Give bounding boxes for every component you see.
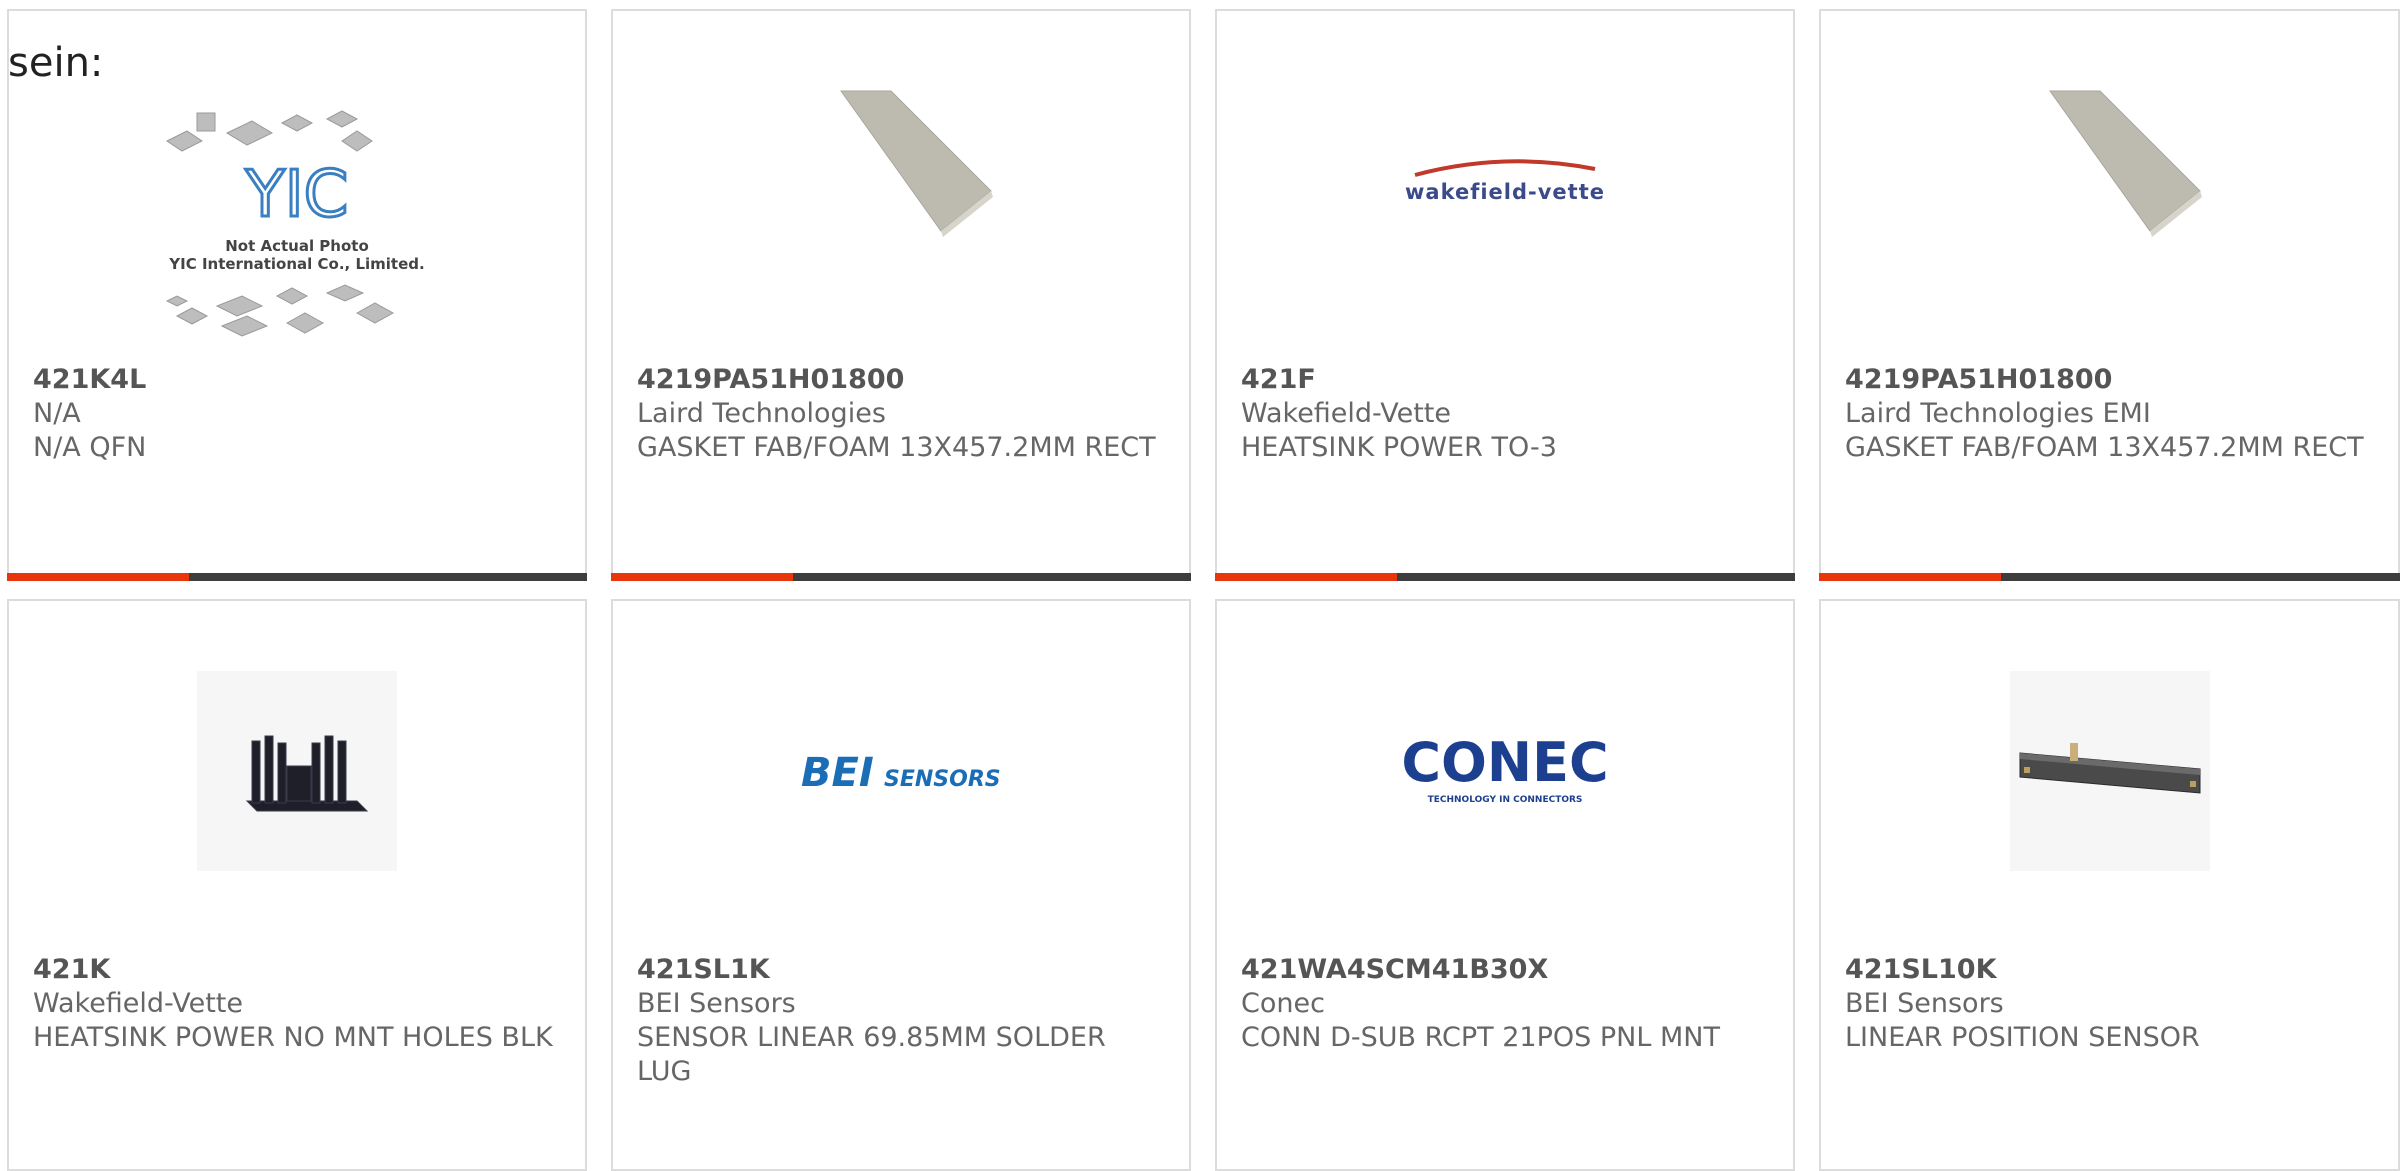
description: LINEAR POSITION SENSOR <box>1845 1022 2200 1053</box>
part-number[interactable]: 421SL10K <box>1845 953 2374 987</box>
gasket-icon <box>840 90 993 237</box>
description: CONN D-SUB RCPT 21POS PNL MNT <box>1241 1022 1720 1053</box>
chip-collage-icon: YIC Not Actual Photo YIC International C… <box>165 110 425 337</box>
intro-text: sein: <box>8 40 104 86</box>
part-number[interactable]: 4219PA51H01800 <box>1845 363 2374 397</box>
manufacturer: N/A <box>33 398 81 429</box>
product-info: 421F Wakefield-Vette HEATSINK POWER TO-3 <box>1241 363 1769 465</box>
product-card[interactable]: 421K Wakefield-Vette HEATSINK POWER NO M… <box>7 599 587 1171</box>
product-card[interactable]: 4219PA51H01800 Laird Technologies EMI GA… <box>1819 9 2400 581</box>
svg-text:YIC: YIC <box>245 158 349 232</box>
product-info: 421WA4SCM41B30X Conec CONN D-SUB RCPT 21… <box>1241 953 1769 1055</box>
product-info: 421K4L N/A N/A QFN <box>33 363 561 465</box>
product-image-heatsink <box>197 671 397 871</box>
product-image-bei-logo: BEI SENSORS <box>781 671 1021 871</box>
part-number[interactable]: 421F <box>1241 363 1769 397</box>
card-footer-bar <box>1215 573 1795 581</box>
part-number[interactable]: 421K4L <box>33 363 561 397</box>
svg-text:TECHNOLOGY IN CONNECTORS: TECHNOLOGY IN CONNECTORS <box>1428 795 1583 805</box>
product-card[interactable]: 421SL10K BEI Sensors LINEAR POSITION SEN… <box>1819 599 2400 1171</box>
svg-text:Not Actual Photo: Not Actual Photo <box>225 237 369 255</box>
wakefield-logo-icon: wakefield-vette <box>1405 159 1605 204</box>
product-image-linear-sensor <box>2009 671 2210 871</box>
product-image-foam-gasket <box>801 81 1001 281</box>
product-info: 4219PA51H01800 Laird Technologies GASKET… <box>637 363 1165 465</box>
description: GASKET FAB/FOAM 13X457.2MM RECT <box>1845 432 2364 463</box>
description: GASKET FAB/FOAM 13X457.2MM RECT <box>637 432 1156 463</box>
heatsink-icon <box>245 735 369 812</box>
manufacturer: Laird Technologies EMI <box>1845 398 2151 429</box>
product-info: 421K Wakefield-Vette HEATSINK POWER NO M… <box>33 953 561 1055</box>
card-accent <box>1819 573 2001 581</box>
manufacturer: Conec <box>1241 988 1325 1019</box>
product-card[interactable]: BEI SENSORS 421SL1K BEI Sensors SENSOR L… <box>611 599 1191 1171</box>
product-card[interactable]: CONEC TECHNOLOGY IN CONNECTORS 421WA4SCM… <box>1215 599 1795 1171</box>
svg-text:CONEC: CONEC <box>1401 731 1608 794</box>
card-accent <box>7 573 189 581</box>
svg-text:SENSORS: SENSORS <box>884 767 1001 792</box>
product-image-not-actual-photo: YIC Not Actual Photo YIC International C… <box>147 101 447 351</box>
svg-text:BEI: BEI <box>801 750 874 796</box>
product-card[interactable]: 4219PA51H01800 Laird Technologies GASKET… <box>611 9 1191 581</box>
manufacturer: Wakefield-Vette <box>1241 398 1451 429</box>
product-image-conec-logo: CONEC TECHNOLOGY IN CONNECTORS <box>1385 671 1625 871</box>
card-footer-bar <box>611 573 1191 581</box>
part-number[interactable]: 4219PA51H01800 <box>637 363 1165 397</box>
card-footer-bar <box>1819 573 2400 581</box>
svg-text:YIC International Co., Limited: YIC International Co., Limited. <box>168 255 424 273</box>
description: N/A QFN <box>33 432 147 463</box>
product-info: 4219PA51H01800 Laird Technologies EMI GA… <box>1845 363 2374 465</box>
manufacturer: BEI Sensors <box>637 988 796 1019</box>
svg-text:wakefield-vette: wakefield-vette <box>1405 180 1605 204</box>
product-info: 421SL10K BEI Sensors LINEAR POSITION SEN… <box>1845 953 2374 1055</box>
bei-sensors-logo-icon: BEI SENSORS <box>801 750 1001 796</box>
card-accent <box>1215 573 1397 581</box>
part-number[interactable]: 421WA4SCM41B30X <box>1241 953 1769 987</box>
conec-logo-icon: CONEC TECHNOLOGY IN CONNECTORS <box>1401 731 1608 805</box>
product-image-wakefield-logo: wakefield-vette <box>1385 81 1625 281</box>
description: HEATSINK POWER NO MNT HOLES BLK <box>33 1022 553 1053</box>
description: SENSOR LINEAR 69.85MM SOLDER LUG <box>637 1022 1106 1087</box>
manufacturer: BEI Sensors <box>1845 988 2004 1019</box>
product-card[interactable]: wakefield-vette 421F Wakefield-Vette HEA… <box>1215 9 1795 581</box>
part-number[interactable]: 421K <box>33 953 561 987</box>
part-number[interactable]: 421SL1K <box>637 953 1165 987</box>
product-image-foam-gasket <box>2010 81 2210 281</box>
card-accent <box>611 573 793 581</box>
description: HEATSINK POWER TO-3 <box>1241 432 1557 463</box>
product-info: 421SL1K BEI Sensors SENSOR LINEAR 69.85M… <box>637 953 1165 1089</box>
manufacturer: Laird Technologies <box>637 398 886 429</box>
gasket-icon <box>2048 90 2202 237</box>
linear-sensor-icon <box>2019 743 2200 794</box>
product-card[interactable]: YIC Not Actual Photo YIC International C… <box>7 9 587 581</box>
card-footer-bar <box>7 573 587 581</box>
manufacturer: Wakefield-Vette <box>33 988 243 1019</box>
